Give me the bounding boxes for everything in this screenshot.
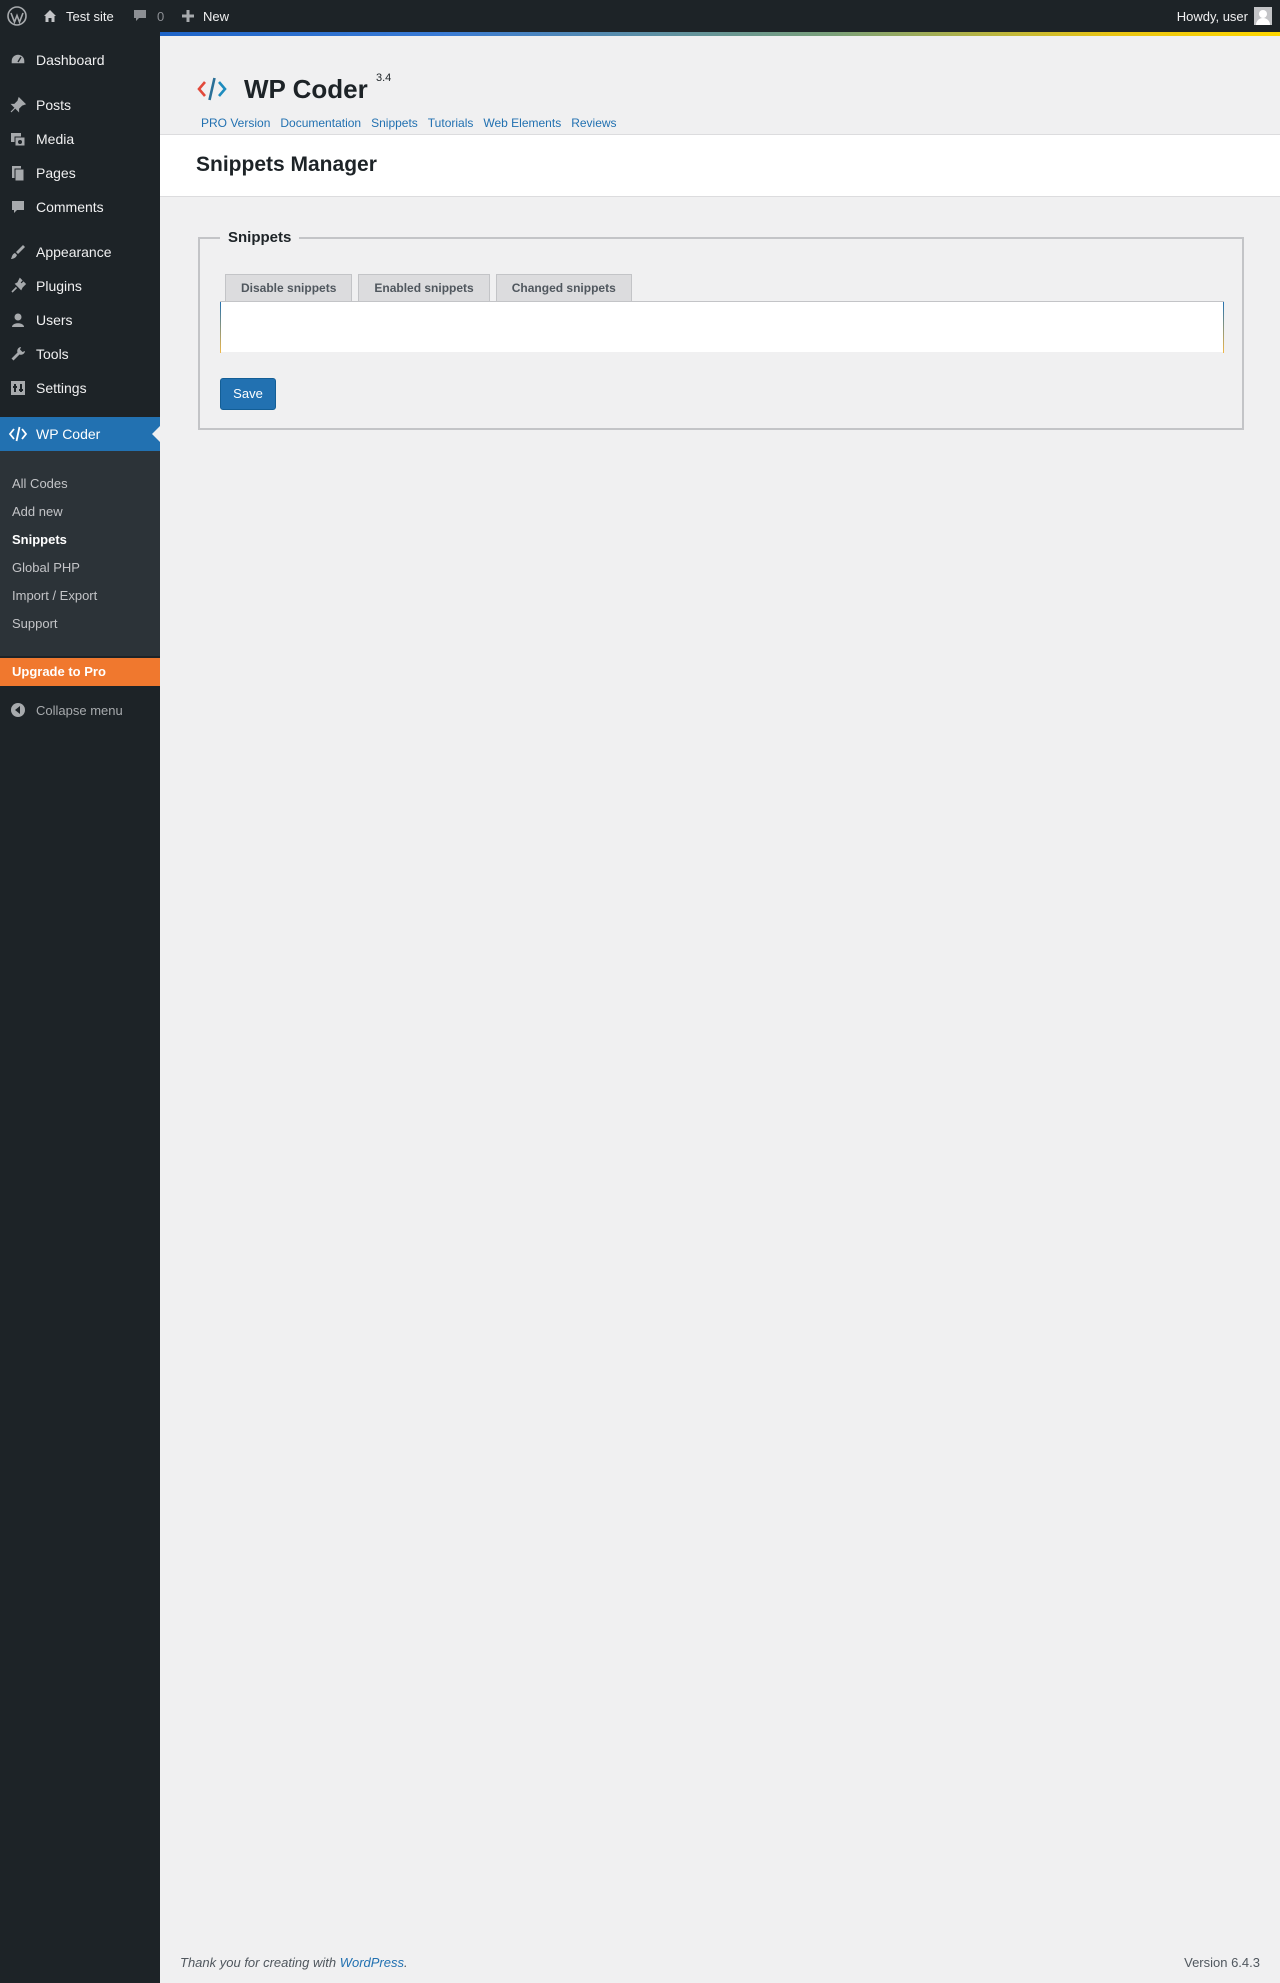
tab-enabled-snippets[interactable]: Enabled snippets — [358, 274, 490, 302]
collapse-arrow-icon — [0, 702, 36, 718]
pushpin-icon — [0, 96, 36, 114]
sidebar-item-label: Pages — [36, 165, 76, 181]
link-web-elements[interactable]: Web Elements — [483, 116, 561, 130]
home-icon — [44, 10, 56, 22]
save-button[interactable]: Save — [220, 378, 276, 410]
submenu-item-all-codes[interactable]: All Codes — [12, 474, 68, 494]
sidebar-item-label: Settings — [36, 380, 87, 396]
pages-icon — [0, 164, 36, 182]
link-tutorials[interactable]: Tutorials — [428, 116, 474, 130]
new-content-link[interactable]: New — [181, 0, 229, 32]
admin-bar: Test site 0 New Howdy, user — [0, 0, 1280, 32]
page-title-band: Snippets Manager — [160, 134, 1280, 197]
sidebar-item-label: Posts — [36, 97, 72, 113]
wrench-icon — [0, 345, 36, 363]
sidebar-item-plugins[interactable]: Plugins — [0, 269, 160, 303]
code-icon — [0, 425, 36, 443]
snippets-fieldset: Snippets Disable snippets Enabled snippe… — [198, 229, 1244, 430]
link-snippets[interactable]: Snippets — [371, 116, 418, 130]
howdy-label: Howdy, user — [1176, 8, 1248, 24]
submenu-item-global-php[interactable]: Global PHP — [12, 558, 80, 578]
plugin-title: WP Coder — [244, 74, 368, 104]
submenu-item-snippets[interactable]: Snippets — [12, 530, 67, 550]
submenu-item-add-new[interactable]: Add new — [12, 502, 63, 522]
collapse-menu-label: Collapse menu — [36, 702, 123, 718]
comments-link[interactable]: 0 — [133, 0, 164, 32]
link-reviews[interactable]: Reviews — [571, 116, 616, 130]
admin-sidebar: Dashboard Posts Media Pages Comments App… — [0, 32, 160, 1983]
plus-icon — [182, 10, 194, 22]
sidebar-item-media[interactable]: Media — [0, 122, 160, 156]
code-logo-icon — [196, 74, 228, 109]
user-icon — [0, 311, 36, 329]
plugin-version: 3.4 — [376, 72, 392, 84]
comment-icon — [0, 198, 36, 216]
sidebar-item-label: Media — [36, 131, 75, 147]
snippet-tabs: Disable snippets Enabled snippets Change… — [225, 274, 632, 302]
sidebar-item-tools[interactable]: Tools — [0, 337, 160, 371]
sidebar-item-label: Tools — [36, 346, 69, 362]
collapse-menu-button[interactable]: Collapse menu — [0, 700, 160, 720]
sidebar-item-label: Comments — [36, 199, 104, 215]
plug-icon — [0, 277, 36, 295]
footer-thanks-suffix: . — [404, 1955, 408, 1970]
brush-icon — [0, 243, 36, 261]
plugin-header: WP Coder 3.4 PRO Version Documentation S… — [160, 36, 1280, 134]
plugin-links: PRO Version Documentation Snippets Tutor… — [201, 116, 617, 130]
page-title: Snippets Manager — [196, 153, 377, 176]
footer-thanks: Thank you for creating with WordPress. — [180, 1955, 408, 1970]
wp-coder-submenu: All Codes Add new Snippets Global PHP Im… — [0, 451, 160, 656]
sidebar-item-posts[interactable]: Posts — [0, 88, 160, 122]
sidebar-item-label: Users — [36, 312, 73, 328]
site-name-link[interactable]: Test site — [42, 0, 114, 32]
sidebar-item-settings[interactable]: Settings — [0, 371, 160, 405]
sidebar-item-users[interactable]: Users — [0, 303, 160, 337]
sidebar-item-comments[interactable]: Comments — [0, 190, 160, 224]
wordpress-link[interactable]: WordPress — [340, 1955, 404, 1970]
sidebar-item-pages[interactable]: Pages — [0, 156, 160, 190]
dashboard-icon — [0, 51, 36, 69]
new-label: New — [203, 8, 230, 24]
account-menu[interactable]: Howdy, user — [1177, 0, 1272, 32]
footer-thanks-prefix: Thank you for creating with — [180, 1955, 340, 1970]
link-pro-version[interactable]: PRO Version — [201, 116, 270, 130]
sidebar-item-label: WP Coder — [36, 426, 101, 442]
footer-version: Version 6.4.3 — [1184, 1955, 1260, 1970]
media-icon — [0, 130, 36, 148]
sidebar-item-label: Appearance — [36, 244, 112, 260]
upgrade-to-pro-link[interactable]: Upgrade to Pro — [0, 658, 160, 686]
fieldset-legend: Snippets — [220, 229, 300, 246]
comment-icon — [134, 10, 146, 21]
avatar — [1254, 7, 1272, 25]
settings-icon — [0, 379, 36, 397]
tab-disable-snippets[interactable]: Disable snippets — [225, 274, 353, 302]
submenu-item-import-export[interactable]: Import / Export — [12, 586, 97, 606]
sidebar-item-wp-coder[interactable]: WP Coder — [0, 417, 160, 451]
wordpress-logo-icon[interactable] — [4, 0, 30, 32]
tab-changed-snippets[interactable]: Changed snippets — [495, 274, 632, 302]
sidebar-item-dashboard[interactable]: Dashboard — [0, 43, 160, 77]
sidebar-item-appearance[interactable]: Appearance — [0, 235, 160, 269]
comments-count: 0 — [157, 8, 165, 24]
site-name-label: Test site — [66, 8, 114, 24]
link-documentation[interactable]: Documentation — [280, 116, 361, 130]
submenu-item-support[interactable]: Support — [12, 614, 58, 634]
sidebar-item-label: Dashboard — [36, 52, 105, 68]
main-content: WP Coder 3.4 PRO Version Documentation S… — [160, 32, 1280, 1983]
sidebar-item-label: Plugins — [36, 278, 82, 294]
tab-panel — [220, 301, 1224, 353]
